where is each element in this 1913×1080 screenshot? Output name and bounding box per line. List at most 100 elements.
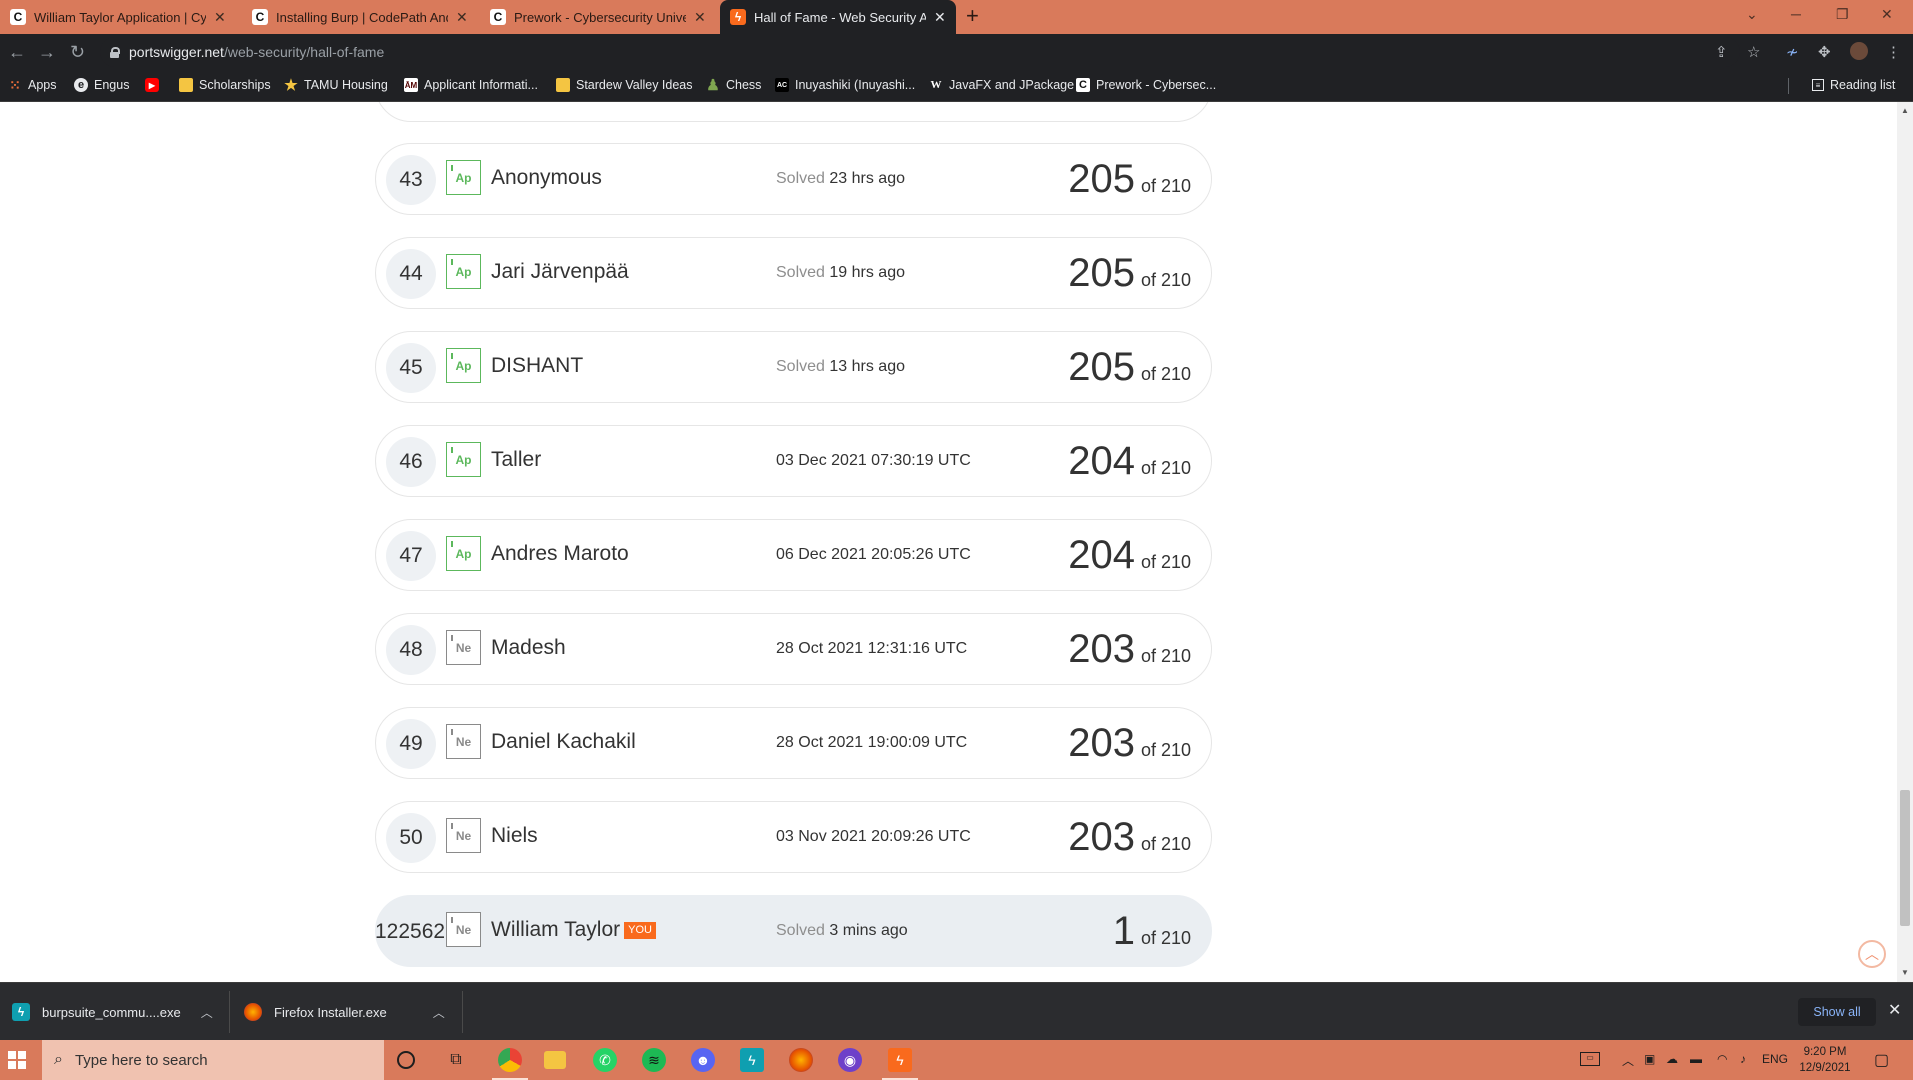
leaderboard-row: 45 Ap DISHANT Solved 13 hrs ago 205 of 21… — [375, 331, 1212, 403]
download-item[interactable]: Firefox Installer.exe ︿ — [244, 983, 445, 1041]
browser-tab[interactable]: C Prework - Cybersecurity Universit ✕ — [480, 0, 716, 34]
menu-icon[interactable]: ⋮ — [1886, 43, 1901, 61]
address-bar[interactable]: portswigger.net /web-security/hall-of-fa… — [100, 37, 1740, 67]
close-window-icon[interactable]: ✕ — [1881, 6, 1893, 23]
score: 203 of 210 — [1068, 626, 1191, 672]
firefox-icon[interactable] — [789, 1048, 813, 1072]
restore-icon[interactable]: ❐ — [1836, 6, 1849, 23]
folder-icon — [179, 78, 193, 92]
bookmark-apps[interactable]: ⁙ Apps — [8, 77, 56, 93]
anime-icon: AC — [775, 78, 789, 92]
user-name: Andres Maroto — [491, 542, 629, 565]
download-divider — [229, 991, 230, 1033]
chevron-up-icon[interactable]: ︿ — [1622, 1052, 1634, 1069]
page-scrollbar[interactable]: ▲ ▼ — [1897, 102, 1913, 982]
bookmark-inuyashiki[interactable]: AC Inuyashiki (Inuyashi... — [775, 78, 915, 92]
bookmark-scholarships[interactable]: Scholarships — [179, 78, 271, 92]
score: 205 of 210 — [1068, 156, 1191, 202]
bookmark-star-icon[interactable]: ☆ — [1747, 43, 1760, 61]
rank-number: 45 — [386, 343, 436, 393]
back-icon[interactable]: ← — [8, 42, 26, 63]
bookmark-label: Chess — [726, 78, 762, 92]
cortana-icon[interactable] — [397, 1051, 415, 1069]
back-to-top-button[interactable]: ︿ — [1858, 940, 1886, 968]
download-item[interactable]: ϟ burpsuite_commu....exe ︿ — [12, 983, 213, 1041]
solved-prefix: Solved — [776, 922, 825, 939]
score: 1 of 210 — [1113, 908, 1191, 954]
bookmark-stardew[interactable]: Stardew Valley Ideas — [556, 78, 693, 92]
bookmark-javafx[interactable]: W JavaFX and JPackage — [929, 78, 1075, 92]
rank-number: 47 — [386, 531, 436, 581]
burp-suite-running-icon[interactable]: ϟ — [882, 1048, 918, 1080]
solved-prefix: Solved — [776, 170, 825, 187]
whatsapp-icon[interactable]: ✆ — [593, 1048, 617, 1072]
show-all-downloads-button[interactable]: Show all — [1798, 998, 1876, 1026]
scrollbar-thumb[interactable] — [1900, 790, 1910, 926]
bookmark-engus[interactable]: e Engus — [74, 78, 129, 92]
burp-icon[interactable]: ϟ — [740, 1048, 764, 1072]
cloud-icon[interactable]: ☁ — [1666, 1052, 1678, 1066]
new-tab-icon[interactable]: + — [966, 3, 979, 29]
score-total: of 210 — [1140, 646, 1191, 666]
clock-time: 9:20 PM — [1803, 1046, 1847, 1058]
close-tab-icon[interactable]: ✕ — [694, 9, 706, 26]
chevron-up-icon[interactable]: ︿ — [201, 1004, 213, 1021]
scroll-up-icon[interactable]: ▲ — [1901, 106, 1909, 115]
solved-time-value: 23 hrs ago — [829, 170, 905, 187]
close-tab-icon[interactable]: ✕ — [934, 9, 946, 26]
puzzle-icon[interactable]: ✥ — [1818, 43, 1831, 61]
chrome-icon[interactable] — [492, 1048, 528, 1080]
downloads-bar: ϟ burpsuite_commu....exe ︿ Firefox Insta… — [0, 982, 1913, 1040]
taskbar-clock[interactable]: 9:20 PM 12/9/2021 — [1795, 1044, 1855, 1076]
solved-time-value: 13 hrs ago — [829, 358, 905, 375]
chevron-up-icon[interactable]: ︿ — [433, 1004, 445, 1021]
browser-tab-active[interactable]: ϟ Hall of Fame - Web Security Acac ✕ — [720, 0, 956, 34]
solved-time: Solved 13 hrs ago — [776, 358, 905, 376]
leaderboard-row: 47 Ap Andres Maroto 06 Dec 2021 20:05:26… — [375, 519, 1212, 591]
share-icon[interactable]: ⇪ — [1715, 43, 1728, 61]
close-tab-icon[interactable]: ✕ — [214, 9, 226, 26]
file-explorer-icon[interactable] — [544, 1051, 566, 1069]
minimize-icon[interactable]: ─ — [1791, 6, 1801, 22]
score-value: 205 — [1068, 345, 1135, 389]
discord-icon[interactable]: ☻ — [691, 1048, 715, 1072]
engus-icon: e — [74, 78, 88, 92]
score-value: 205 — [1068, 251, 1135, 295]
tab-search-icon[interactable]: ⌄ — [1746, 6, 1758, 23]
burp-icon: ϟ — [730, 9, 746, 25]
close-downloads-icon[interactable]: ✕ — [1888, 1000, 1901, 1020]
codepath-icon: C — [1076, 78, 1090, 92]
scroll-down-icon[interactable]: ▼ — [1901, 968, 1909, 977]
notification-icon[interactable]: ▢ — [1874, 1050, 1889, 1070]
language-indicator[interactable]: ENG — [1762, 1052, 1788, 1066]
reading-list-button[interactable]: ≡ Reading list — [1812, 78, 1895, 92]
device-icon[interactable]: ▣ — [1644, 1052, 1655, 1066]
extension-icon[interactable]: ≁ — [1786, 43, 1799, 61]
wifi-icon[interactable]: ◠ — [1717, 1052, 1727, 1066]
close-tab-icon[interactable]: ✕ — [456, 9, 468, 26]
bookmark-youtube[interactable]: ▶ — [145, 78, 165, 92]
browser-tab[interactable]: C Installing Burp | CodePath Andro ✕ — [242, 0, 478, 34]
keyboard-icon[interactable]: ▭ — [1580, 1052, 1600, 1066]
windows-start-icon[interactable] — [8, 1051, 26, 1069]
tab-title: William Taylor Application | Cybe — [34, 9, 206, 25]
download-divider — [462, 991, 463, 1033]
spotify-icon[interactable]: ≋ — [642, 1048, 666, 1072]
reload-icon[interactable]: ↻ — [70, 42, 85, 63]
bookmark-applicant-info[interactable]: ĀM Applicant Informati... — [404, 78, 538, 92]
github-desktop-icon[interactable]: ◉ — [838, 1048, 862, 1072]
bookmark-chess[interactable]: ♟ Chess — [706, 77, 762, 94]
bookmark-prework[interactable]: C Prework - Cybersec... — [1076, 78, 1216, 92]
volume-icon[interactable]: ♪ — [1740, 1052, 1746, 1066]
taskbar-search-input[interactable]: ⌕ Type here to search — [42, 1040, 384, 1080]
youtube-icon: ▶ — [145, 78, 159, 92]
task-view-icon[interactable]: ⧉ — [444, 1048, 468, 1072]
profile-avatar[interactable] — [1850, 42, 1868, 60]
battery-icon[interactable]: ▬ — [1690, 1052, 1702, 1066]
lock-icon[interactable] — [110, 46, 120, 58]
forward-icon[interactable]: → — [38, 42, 56, 63]
bookmarks-divider — [1788, 78, 1789, 94]
bookmark-tamu-housing[interactable]: ★ TAMU Housing — [284, 77, 388, 94]
rank-number: 46 — [386, 437, 436, 487]
browser-tab[interactable]: C William Taylor Application | Cybe ✕ — [0, 0, 236, 34]
